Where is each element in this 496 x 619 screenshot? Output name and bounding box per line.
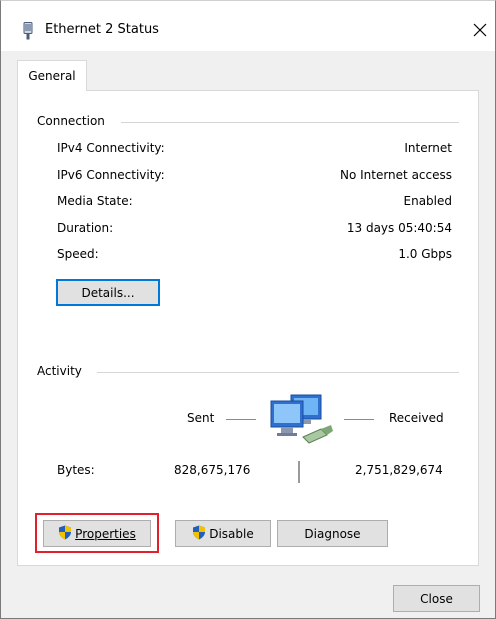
activity-group-label: Activity bbox=[37, 364, 88, 378]
bytes-label: Bytes: bbox=[57, 463, 95, 477]
title-bar[interactable]: Ethernet 2 Status bbox=[1, 1, 495, 40]
diagnose-button[interactable]: Diagnose bbox=[277, 520, 388, 547]
close-button[interactable]: Close bbox=[393, 585, 480, 612]
bytes-divider bbox=[298, 461, 300, 483]
shield-icon bbox=[192, 525, 206, 543]
activity-group-line bbox=[97, 372, 459, 373]
network-computers-icon bbox=[269, 393, 343, 454]
sent-line bbox=[226, 419, 256, 420]
tab-general[interactable]: General bbox=[17, 60, 87, 91]
bytes-sent-value: 828,675,176 bbox=[174, 463, 251, 477]
tab-panel-general bbox=[17, 90, 479, 566]
bytes-received-value: 2,751,829,674 bbox=[355, 463, 443, 477]
duration-label: Duration: bbox=[57, 221, 114, 235]
speed-value: 1.0 Gbps bbox=[398, 247, 452, 261]
sent-label: Sent bbox=[187, 411, 215, 425]
ipv4-value: Internet bbox=[404, 141, 452, 155]
media-state-label: Media State: bbox=[57, 194, 133, 208]
shield-icon bbox=[58, 525, 72, 543]
duration-value: 13 days 05:40:54 bbox=[346, 221, 452, 235]
window-title: Ethernet 2 Status bbox=[45, 22, 159, 37]
media-state-value: Enabled bbox=[403, 194, 453, 208]
received-label: Received bbox=[389, 411, 444, 425]
ipv4-label: IPv4 Connectivity: bbox=[57, 141, 165, 155]
ethernet-status-dialog: Ethernet 2 Status General Connection IPv… bbox=[0, 0, 496, 619]
details-button[interactable]: Details... bbox=[56, 279, 160, 306]
close-icon[interactable] bbox=[471, 21, 489, 39]
properties-label: Properties bbox=[75, 526, 136, 541]
ipv6-label: IPv6 Connectivity: bbox=[57, 168, 165, 182]
properties-button[interactable]: Properties bbox=[43, 520, 151, 547]
speed-label: Speed: bbox=[57, 247, 99, 261]
connection-group-line bbox=[121, 122, 459, 123]
network-adapter-icon bbox=[22, 22, 34, 43]
disable-button[interactable]: Disable bbox=[175, 520, 271, 547]
ipv6-value: No Internet access bbox=[339, 168, 452, 182]
received-line bbox=[344, 419, 374, 420]
disable-label: Disable bbox=[209, 526, 254, 541]
connection-group-label: Connection bbox=[37, 114, 111, 128]
